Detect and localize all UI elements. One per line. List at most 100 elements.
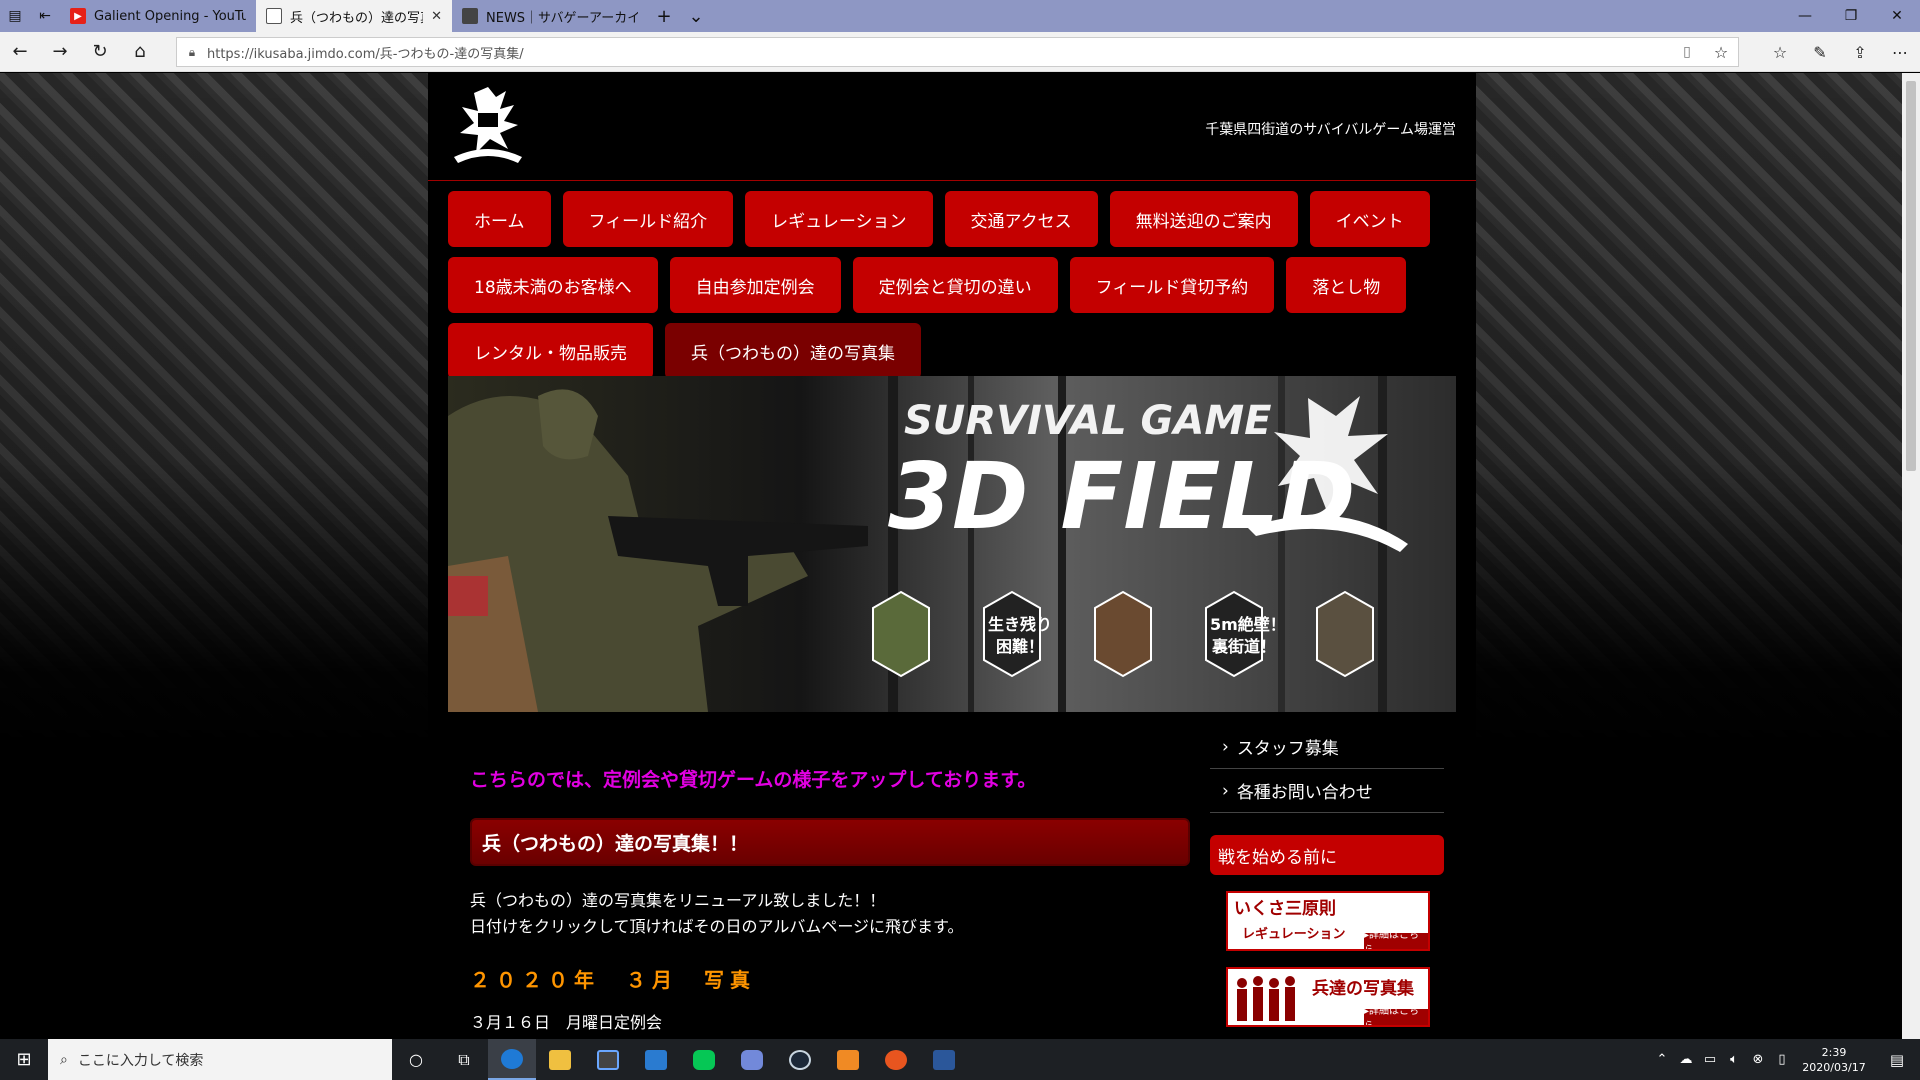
- banner-line1: SURVIVAL GAME: [904, 398, 1271, 444]
- banner-subtitle: レギュレーション: [1242, 927, 1346, 942]
- page-viewport: 千葉県四街道のサバイバルゲーム場運営 ホーム フィールド紹介 レギュレーション …: [0, 73, 1902, 1039]
- nav-private-reservation[interactable]: フィールド貸切予約: [1069, 257, 1275, 313]
- banner-title: 兵達の写真集: [1312, 979, 1414, 999]
- page-icon: [266, 8, 282, 24]
- system-tray: ⌃ ☁ ▭ 🔈︎ ⊗ ▯ 2:39 2020/03/17 ▤: [1650, 1039, 1920, 1080]
- nav-free-shuttle[interactable]: 無料送迎のご案内: [1109, 191, 1298, 247]
- sidebar-contact[interactable]: › 各種お問い合わせ: [1210, 769, 1444, 813]
- file-explorer-icon[interactable]: [536, 1039, 584, 1080]
- menu-row-3: レンタル・物品販売 兵（つわもの）達の写真集: [448, 323, 1458, 379]
- hero-banner: SURVIVAL GAME 3D FIELD 生き残り 困難！ 5m絶壁！ 裏街…: [448, 376, 1456, 712]
- cortana-icon[interactable]: ○: [392, 1039, 440, 1080]
- album-date-link[interactable]: ３月１６日 月曜日定例会: [470, 1009, 1190, 1033]
- youtube-icon: ▶: [70, 8, 86, 24]
- address-bar: ← → ↻ ⌂ 🔒︎ https://ikusaba.jimdo.com/兵-つ…: [0, 32, 1920, 72]
- word-icon[interactable]: [920, 1039, 968, 1080]
- tab-preview-chevron-icon[interactable]: ⌄: [680, 0, 712, 32]
- banner-more: ▸詳細はこちら: [1364, 1006, 1428, 1025]
- favorite-star-icon[interactable]: ☆: [1704, 43, 1738, 62]
- nav-events[interactable]: イベント: [1309, 191, 1430, 247]
- reading-view-icon[interactable]: ▯: [1670, 44, 1704, 60]
- web-note-icon[interactable]: ✎: [1800, 32, 1840, 72]
- chevron-right-icon: ›: [1222, 736, 1229, 757]
- share-icon[interactable]: ⇪: [1840, 32, 1880, 72]
- scrollbar-thumb[interactable]: [1906, 81, 1916, 471]
- close-window-button[interactable]: ✕: [1874, 0, 1920, 32]
- nav-regulation[interactable]: レギュレーション: [745, 191, 933, 247]
- nav-under-18[interactable]: 18歳未満のお客様へ: [448, 257, 658, 313]
- network-icon[interactable]: ▭: [1698, 1052, 1722, 1067]
- nav-open-vs-private[interactable]: 定例会と貸切の違い: [852, 257, 1058, 313]
- hex-text-2b: 裏街道！: [1211, 637, 1276, 656]
- volume-icon[interactable]: 🔈︎: [1722, 1052, 1746, 1067]
- clock[interactable]: 2:39 2020/03/17: [1794, 1045, 1874, 1075]
- tab-list-icon[interactable]: ▤: [0, 0, 30, 32]
- set-aside-tabs-icon[interactable]: ⇤: [30, 0, 60, 32]
- nav-field-intro[interactable]: フィールド紹介: [562, 191, 734, 247]
- page-heading: 兵（つわもの）達の写真集！！: [470, 818, 1190, 866]
- refresh-button[interactable]: ↻: [80, 32, 120, 72]
- windows-start-icon[interactable]: ⊞: [0, 1039, 48, 1080]
- app-orange-icon[interactable]: [824, 1039, 872, 1080]
- restore-button[interactable]: ❐: [1828, 0, 1874, 32]
- home-button[interactable]: ⌂: [120, 32, 160, 72]
- input-icon[interactable]: ▯: [1770, 1052, 1794, 1067]
- nav-home[interactable]: ホーム: [448, 191, 551, 247]
- search-placeholder: ここに入力して検索: [77, 1052, 204, 1069]
- task-view-icon[interactable]: ⧉: [440, 1039, 488, 1080]
- site-tagline: 千葉県四街道のサバイバルゲーム場運営: [1205, 122, 1456, 138]
- favorites-hub-icon[interactable]: ☆: [1760, 32, 1800, 72]
- windows-taskbar: ⊞ ⌕ ここに入力して検索 ○ ⧉ ⌃ ☁ ▭ 🔈︎ ⊗ ▯ 2:39 2020…: [0, 1039, 1920, 1080]
- search-icon: ⌕: [60, 1051, 68, 1068]
- banner-more: ▸詳細はこちら: [1364, 930, 1428, 949]
- chevron-right-icon: ›: [1222, 780, 1229, 801]
- url-field[interactable]: 🔒︎ https://ikusaba.jimdo.com/兵-つわもの-達の写真…: [176, 37, 1739, 67]
- new-tab-button[interactable]: +: [648, 0, 680, 32]
- nav-photo-gallery[interactable]: 兵（つわもの）達の写真集: [665, 323, 921, 379]
- store-icon[interactable]: [584, 1039, 632, 1080]
- close-tab-icon[interactable]: ✕: [431, 9, 442, 24]
- soldiers-icon: [1237, 976, 1295, 1021]
- site-icon: [462, 8, 478, 24]
- sidebar-heading: 戦を始める前に: [1210, 835, 1444, 875]
- line-icon[interactable]: [680, 1039, 728, 1080]
- back-button[interactable]: ←: [0, 32, 40, 72]
- photo-gallery-banner[interactable]: 兵達の写真集 ▸詳細はこちら: [1226, 967, 1430, 1027]
- sidebar-link-label: 各種お問い合わせ: [1236, 783, 1373, 803]
- minimize-button[interactable]: —: [1782, 0, 1828, 32]
- tab-photo-gallery[interactable]: 兵（つわもの）達の写真集 ✕: [256, 0, 452, 32]
- nav-access[interactable]: 交通アクセス: [944, 191, 1098, 247]
- site-logo[interactable]: [448, 83, 528, 171]
- chevron-up-icon[interactable]: ⌃: [1650, 1052, 1674, 1067]
- tab-bar: ▤ ⇤ ▶ Galient Opening - YouTube 兵（つわもの）達…: [0, 0, 1920, 32]
- app-tray-icon[interactable]: ⊗: [1746, 1052, 1770, 1067]
- forward-button[interactable]: →: [40, 32, 80, 72]
- edge-icon[interactable]: [488, 1039, 536, 1080]
- taskbar-search[interactable]: ⌕ ここに入力して検索: [48, 1039, 392, 1080]
- sidebar-staff-recruit[interactable]: › スタッフ募集: [1210, 725, 1444, 769]
- tab-news[interactable]: NEWS｜サバゲーアーカイブ: [452, 0, 648, 32]
- hex-text-1b: 困難！: [996, 637, 1044, 656]
- nav-lost-items[interactable]: 落とし物: [1286, 257, 1407, 313]
- regulation-banner[interactable]: いくさ三原則 レギュレーション ▸詳細はこちら: [1226, 891, 1430, 951]
- notification-icon[interactable]: ▤: [1874, 1051, 1920, 1069]
- nav-open-games[interactable]: 自由参加定例会: [669, 257, 841, 313]
- mail-icon[interactable]: [632, 1039, 680, 1080]
- site-header: 千葉県四街道のサバイバルゲーム場運営: [428, 73, 1476, 181]
- tab-youtube[interactable]: ▶ Galient Opening - YouTube: [60, 0, 256, 32]
- steam-icon[interactable]: [776, 1039, 824, 1080]
- app-fire-icon[interactable]: [872, 1039, 920, 1080]
- sidebar: › スタッフ募集 › 各種お問い合わせ 戦を始める前に いくさ三原則 レギュレー…: [1210, 725, 1444, 1027]
- clock-time: 2:39: [1821, 1045, 1847, 1059]
- clock-date: 2020/03/17: [1802, 1060, 1866, 1074]
- onedrive-icon[interactable]: ☁: [1674, 1052, 1698, 1067]
- lock-icon: 🔒︎: [188, 44, 196, 59]
- page-scrollbar[interactable]: [1902, 73, 1920, 1039]
- more-menu-icon[interactable]: ⋯: [1880, 32, 1920, 72]
- sidebar-link-label: スタッフ募集: [1236, 739, 1339, 759]
- menu-row-1: ホーム フィールド紹介 レギュレーション 交通アクセス 無料送迎のご案内 イベン…: [448, 191, 1458, 247]
- nav-rental-sales[interactable]: レンタル・物品販売: [448, 323, 653, 379]
- main-content: こちらのでは、定例会や貸切ゲームの様子をアップしております。 兵（つわもの）達の…: [470, 765, 1190, 1033]
- discord-icon[interactable]: [728, 1039, 776, 1080]
- url-text[interactable]: https://ikusaba.jimdo.com/兵-つわもの-達の写真集/: [207, 43, 1670, 62]
